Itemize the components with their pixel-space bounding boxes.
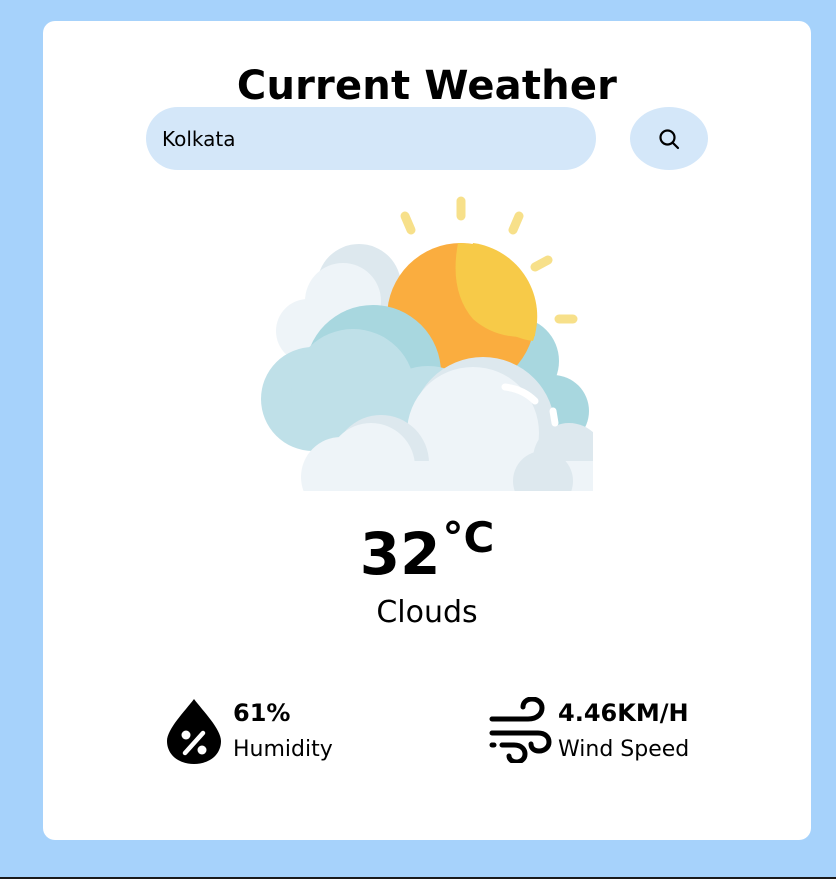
weather-condition: Clouds bbox=[376, 595, 478, 630]
weather-card: Current Weather Kolkata 32°C Clouds 61% … bbox=[43, 21, 811, 840]
search-icon bbox=[659, 128, 680, 149]
wind-icon bbox=[489, 697, 552, 763]
temperature-display: 32°C bbox=[43, 517, 811, 584]
temperature-unit: °C bbox=[442, 513, 495, 562]
sun-behind-clouds-icon bbox=[261, 196, 593, 491]
wind-speed-value: 4.46KM/H bbox=[558, 699, 689, 727]
search-input[interactable] bbox=[146, 107, 596, 170]
humidity-label: Humidity bbox=[233, 737, 333, 762]
temperature-value: 32 bbox=[359, 520, 441, 588]
page-title: Current Weather bbox=[236, 63, 618, 109]
humidity-drop-icon bbox=[167, 699, 221, 764]
search-button[interactable] bbox=[630, 107, 708, 170]
wind-speed-label: Wind Speed bbox=[558, 737, 690, 762]
humidity-value: 61% bbox=[233, 699, 291, 727]
